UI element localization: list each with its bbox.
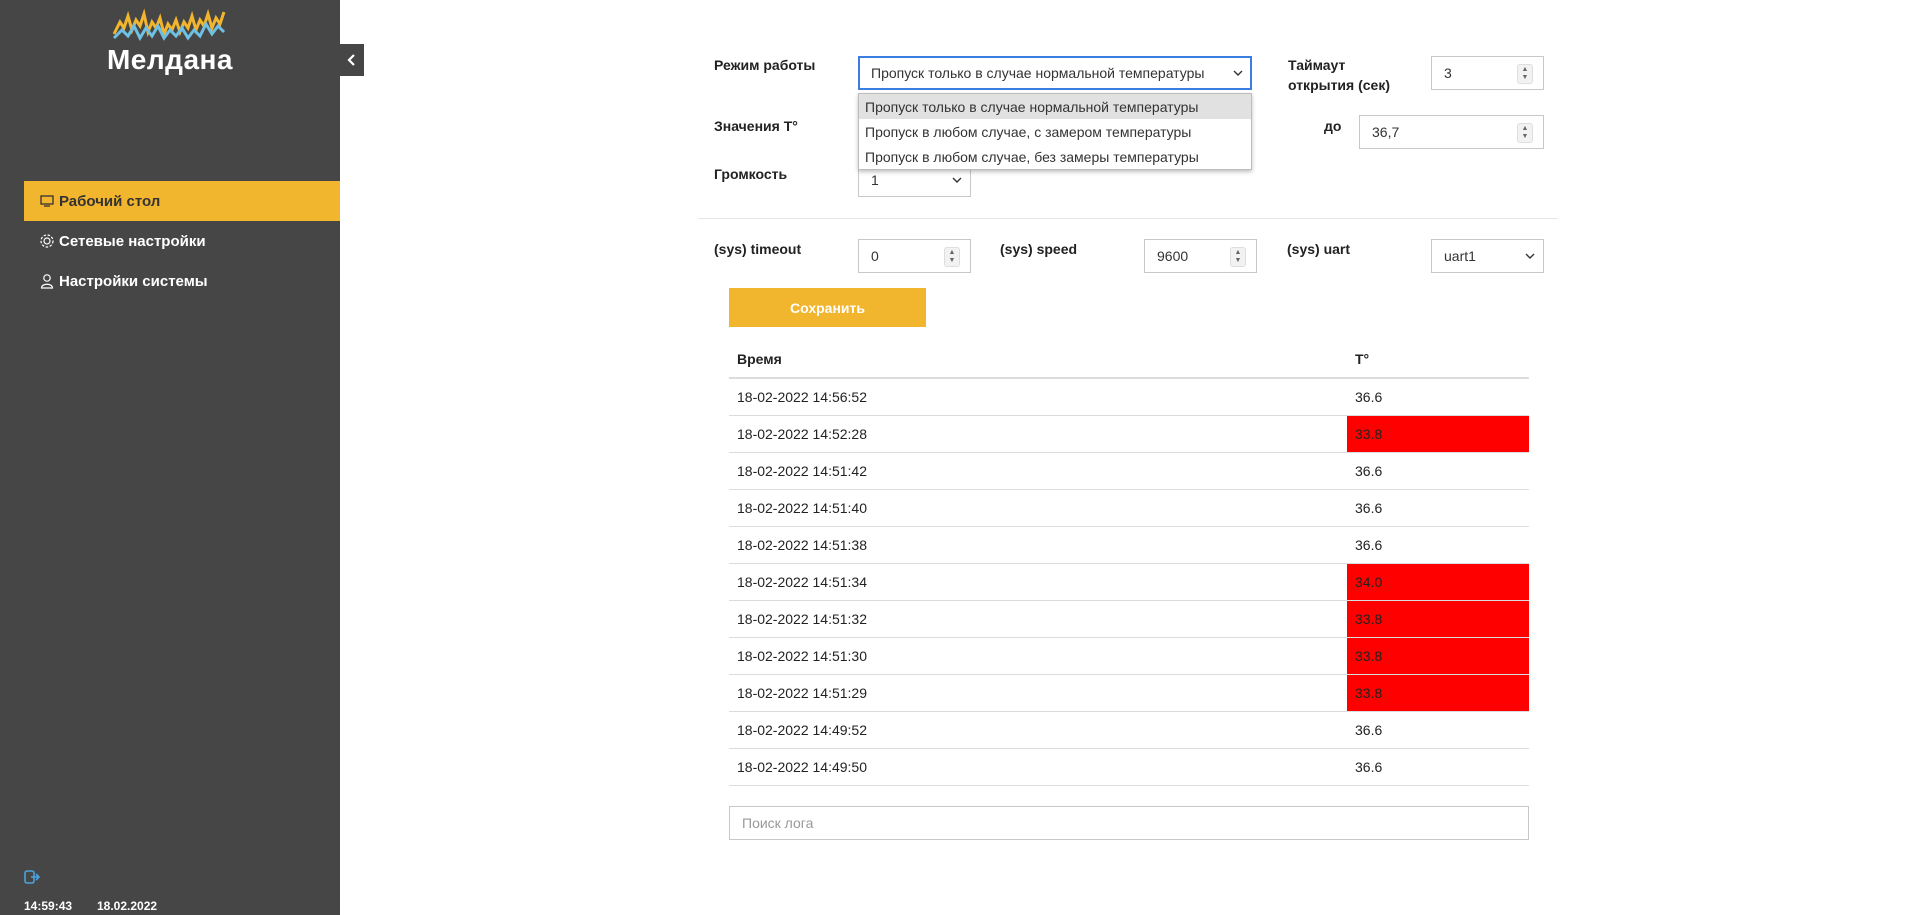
sidebar-item-system[interactable]: Настройки системы: [24, 261, 340, 301]
table-row: 18-02-2022 14:51:32 33.8: [729, 601, 1529, 638]
row-time: 18-02-2022 14:51:30: [737, 648, 867, 664]
sidebar-collapse-button[interactable]: [340, 44, 364, 76]
row-time: 18-02-2022 14:56:52: [737, 389, 867, 405]
row-temperature: 36.6: [1355, 537, 1383, 553]
mode-select-value: Пропуск только в случае нормальной темпе…: [871, 65, 1205, 81]
user-icon: [38, 272, 56, 290]
sys-timeout-value: 0: [871, 248, 879, 264]
sys-speed-value: 9600: [1157, 248, 1189, 264]
mode-option[interactable]: Пропуск в любом случае, без замеры темпе…: [859, 144, 1251, 169]
brand-name: Мелдана: [106, 44, 233, 75]
column-header-temp: T°: [1355, 351, 1370, 367]
mode-option[interactable]: Пропуск в любом случае, с замером темпер…: [859, 119, 1251, 144]
sys-uart-value: uart1: [1444, 248, 1476, 264]
table-row: 18-02-2022 14:51:38 36.6: [729, 527, 1529, 564]
temp-to-label: до: [1324, 118, 1342, 134]
table-row: 18-02-2022 14:51:40 36.6: [729, 490, 1529, 527]
sys-timeout-input[interactable]: 0 ▲ ▼: [858, 239, 971, 273]
row-temperature: 33.8: [1347, 416, 1529, 452]
sidebar-item-desktop[interactable]: Рабочий стол: [24, 181, 340, 221]
sys-timeout-label: (sys) timeout: [714, 241, 802, 257]
chevron-down-icon: [952, 177, 962, 183]
spinner-icon[interactable]: ▲ ▼: [1517, 64, 1533, 84]
row-time: 18-02-2022 14:51:29: [737, 685, 867, 701]
spinner-icon[interactable]: ▲ ▼: [1517, 123, 1533, 143]
temp-to-input[interactable]: 36,7 ▲ ▼: [1359, 115, 1544, 149]
row-temperature: 36.6: [1355, 500, 1383, 516]
table-row: 18-02-2022 14:51:34 34.0: [729, 564, 1529, 601]
sidebar-footer: 14:59:43 18.02.2022: [24, 865, 324, 915]
row-temperature: 36.6: [1355, 722, 1383, 738]
table-row: 18-02-2022 14:56:52 36.6: [729, 379, 1529, 416]
row-time: 18-02-2022 14:51:34: [737, 574, 867, 590]
clock-date: 18.02.2022: [97, 899, 158, 913]
open-timeout-input[interactable]: 3 ▲ ▼: [1431, 56, 1544, 90]
save-button[interactable]: Сохранить: [729, 288, 926, 327]
sidebar-nav: Рабочий стол Сетевые настройки Настройки…: [24, 181, 340, 301]
row-temperature: 33.8: [1347, 601, 1529, 637]
sidebar-item-label: Сетевые настройки: [59, 232, 206, 250]
open-timeout-value: 3: [1444, 65, 1452, 81]
table-row: 18-02-2022 14:51:29 33.8: [729, 675, 1529, 712]
open-timeout-label: Таймаут открытия (сек): [1288, 57, 1390, 93]
logo-wave-icon: [112, 8, 226, 42]
row-time: 18-02-2022 14:51:38: [737, 537, 867, 553]
row-time: 18-02-2022 14:52:28: [737, 426, 867, 442]
row-temperature: 36.6: [1355, 389, 1383, 405]
sys-speed-input[interactable]: 9600 ▲ ▼: [1144, 239, 1257, 273]
row-temperature: 33.8: [1347, 638, 1529, 674]
sidebar-item-network[interactable]: Сетевые настройки: [24, 221, 340, 261]
table-row: 18-02-2022 14:51:30 33.8: [729, 638, 1529, 675]
main-content: Режим работы Пропуск только в случае нор…: [364, 0, 1911, 915]
sidebar-item-label: Настройки системы: [59, 272, 208, 290]
row-time: 18-02-2022 14:49:52: [737, 722, 867, 738]
monitor-icon: [38, 192, 56, 210]
sys-uart-label: (sys) uart: [1287, 241, 1351, 257]
spinner-icon[interactable]: ▲ ▼: [1230, 247, 1246, 267]
mode-dropdown-list: Пропуск только в случае нормальной темпе…: [858, 93, 1252, 170]
chevron-down-icon: [1233, 70, 1243, 76]
table-row: 18-02-2022 14:49:50 36.6: [729, 749, 1529, 786]
mode-option[interactable]: Пропуск только в случае нормальной темпе…: [859, 94, 1251, 119]
sys-speed-label: (sys) speed: [1000, 241, 1078, 257]
row-temperature: 33.8: [1347, 675, 1529, 711]
log-search-input[interactable]: Поиск лога: [729, 806, 1529, 840]
logout-icon[interactable]: [24, 869, 41, 885]
table-body: 18-02-2022 14:56:52 36.6 18-02-2022 14:52:…: [729, 379, 1529, 786]
mode-select[interactable]: Пропуск только в случае нормальной темпе…: [858, 56, 1252, 90]
row-time: 18-02-2022 14:51:42: [737, 463, 867, 479]
gear-icon: [38, 232, 56, 250]
row-time: 18-02-2022 14:49:50: [737, 759, 867, 775]
row-temperature: 34.0: [1347, 564, 1529, 600]
log-search-placeholder: Поиск лога: [742, 815, 814, 831]
clock-time: 14:59:43: [24, 899, 73, 913]
row-temperature: 36.6: [1355, 463, 1383, 479]
sys-uart-select[interactable]: uart1: [1431, 239, 1544, 273]
spinner-icon[interactable]: ▲ ▼: [944, 247, 960, 267]
table-row: 18-02-2022 14:51:42 36.6: [729, 453, 1529, 490]
log-table: Время T° 18-02-2022 14:56:52 36.6 18-02-20…: [729, 341, 1529, 786]
row-time: 18-02-2022 14:51:32: [737, 611, 867, 627]
volume-value: 1: [871, 172, 879, 188]
table-row: 18-02-2022 14:52:28 33.8: [729, 416, 1529, 453]
column-header-time: Время: [737, 351, 782, 367]
row-temperature: 36.6: [1355, 759, 1383, 775]
volume-label: Громкость: [714, 166, 788, 182]
table-header: Время T°: [729, 341, 1529, 379]
mode-label: Режим работы: [714, 57, 816, 73]
table-row: 18-02-2022 14:49:52 36.6: [729, 712, 1529, 749]
chevron-down-icon: [1525, 253, 1535, 259]
row-time: 18-02-2022 14:51:40: [737, 500, 867, 516]
section-divider: [698, 218, 1558, 219]
logo: Мелдана: [100, 8, 240, 78]
temp-label: Значения T°: [714, 118, 798, 134]
sidebar: Мелдана Рабочий стол Сетевые настройки Н…: [0, 0, 340, 915]
chevron-left-icon: [347, 54, 355, 66]
sidebar-item-label: Рабочий стол: [59, 192, 161, 210]
temp-to-value: 36,7: [1372, 124, 1400, 140]
